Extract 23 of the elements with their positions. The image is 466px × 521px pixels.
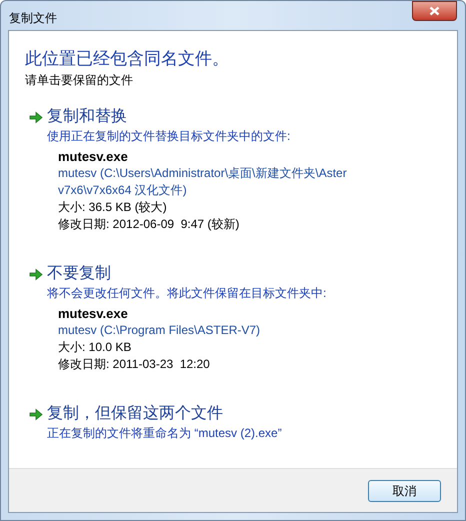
file-modified-date: 修改日期: 2011-03-23 12:20 bbox=[58, 356, 211, 373]
file-location: mutesv (C:\Users\Administrator\桌面\新建文件夹\Aster v7x6\v7x6x64 汉化文件) bbox=[58, 165, 348, 199]
file-location: mutesv (C:\Program Files\ASTER-V7) bbox=[58, 322, 262, 339]
dialog-heading: 此位置已经包含同名文件。 bbox=[25, 48, 230, 70]
arrow-icon bbox=[29, 111, 43, 124]
file-size: 大小: 36.5 KB (较大) bbox=[58, 199, 168, 216]
window-title: 复制文件 bbox=[9, 10, 57, 27]
cancel-button[interactable]: 取消 bbox=[368, 480, 441, 502]
option-title[interactable]: 不要复制 bbox=[47, 263, 326, 285]
option-description: 使用正在复制的文件替换目标文件夹中的文件: bbox=[47, 128, 290, 144]
option-title[interactable]: 复制和替换 bbox=[47, 106, 290, 128]
file-modified-date: 修改日期: 2012-06-09 9:47 (较新) bbox=[58, 216, 240, 233]
option-description: 将不会更改任何文件。将此文件保留在目标文件夹中: bbox=[47, 285, 326, 301]
close-icon bbox=[429, 6, 440, 16]
file-name: mutesv.exe bbox=[58, 305, 129, 322]
file-size: 大小: 10.0 KB bbox=[58, 339, 132, 356]
dialog-subheading: 请单击要保留的文件 bbox=[25, 72, 134, 88]
close-button[interactable] bbox=[412, 1, 457, 21]
option-title[interactable]: 复制，但保留这两个文件 bbox=[47, 403, 282, 425]
option-description: 正在复制的文件将重命名为 “mutesv (2).exe” bbox=[47, 425, 282, 441]
file-name: mutesv.exe bbox=[58, 148, 129, 165]
arrow-icon bbox=[29, 268, 43, 281]
arrow-icon bbox=[29, 408, 43, 421]
